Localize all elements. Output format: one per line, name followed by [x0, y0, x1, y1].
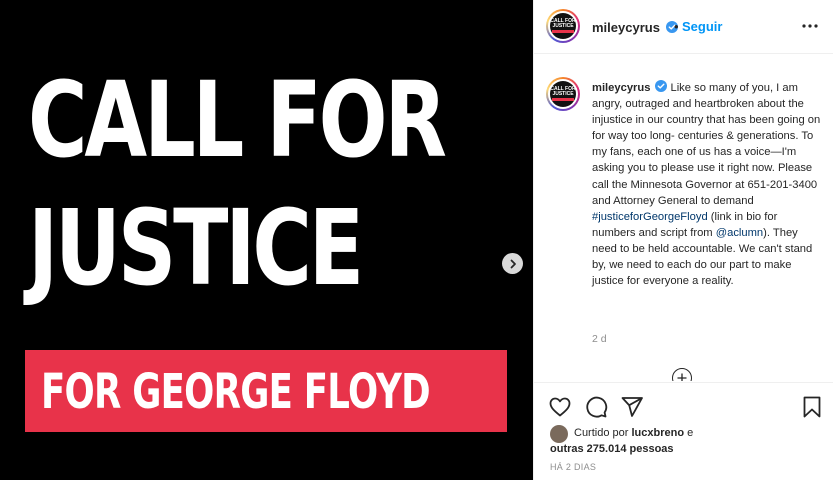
caption-avatar-text-line2: JUSTICE: [552, 91, 574, 97]
bookmark-icon[interactable]: [800, 395, 824, 419]
image-text-line2: JUSTICE: [28, 187, 364, 309]
header-separator: •: [674, 19, 679, 34]
caption-hashtag-link[interactable]: #justiceforGeorgeFloyd: [592, 211, 708, 223]
heart-icon[interactable]: [548, 395, 572, 419]
image-text-line1: CALL FOR: [28, 59, 447, 181]
post-actions: Curtido por lucxbreno e outras 275.014 p…: [534, 382, 833, 480]
post-caption: mileycyrus Like so many of you, I am ang…: [592, 80, 822, 289]
image-banner-text: FOR GEORGE FLOYD: [41, 364, 431, 420]
comment-icon[interactable]: [584, 395, 608, 419]
caption-timestamp[interactable]: 2 d: [592, 333, 607, 345]
post-sidebar: CALL FOR JUSTICE mileycyrus • Seguir CAL…: [533, 0, 833, 480]
liked-username-link[interactable]: lucxbreno: [631, 427, 684, 439]
post-header: CALL FOR JUSTICE mileycyrus • Seguir: [534, 0, 833, 54]
caption-username[interactable]: mileycyrus: [592, 82, 650, 94]
post-image[interactable]: CALL FOR JUSTICE FOR GEORGE FLOYD: [0, 0, 533, 480]
avatar-text-line2: JUSTICE: [552, 23, 574, 29]
caption-text-part1: Like so many of you, I am angry, outrage…: [592, 82, 821, 207]
follow-button[interactable]: Seguir: [682, 19, 722, 34]
image-banner: FOR GEORGE FLOYD: [25, 350, 507, 432]
post-date[interactable]: HÁ 2 DIAS: [550, 462, 596, 472]
comments-area: CALL FOR JUSTICE mileycyrus Like so many…: [534, 55, 833, 381]
header-username-wrap: mileycyrus: [592, 19, 679, 37]
avatar[interactable]: CALL FOR JUSTICE: [546, 9, 580, 43]
chevron-right-icon: [510, 259, 516, 268]
share-icon[interactable]: [620, 395, 644, 419]
verified-badge-icon: [655, 80, 668, 92]
more-options-icon[interactable]: [800, 18, 820, 34]
liked-user-avatar[interactable]: [550, 425, 568, 443]
caption-mention-link[interactable]: @aclumn: [716, 227, 763, 239]
liked-prefix: Curtido por: [574, 427, 632, 439]
liked-others-link[interactable]: outras 275.014 pessoas: [550, 441, 770, 457]
header-username[interactable]: mileycyrus: [592, 20, 660, 35]
likes-summary: Curtido por lucxbreno e outras 275.014 p…: [550, 425, 770, 457]
liked-conjunction: e: [684, 427, 694, 439]
next-image-button[interactable]: [502, 253, 523, 274]
load-more-comments-button[interactable]: [672, 368, 692, 381]
plus-circle-icon: [677, 373, 687, 381]
caption-avatar[interactable]: CALL FOR JUSTICE: [546, 77, 580, 111]
